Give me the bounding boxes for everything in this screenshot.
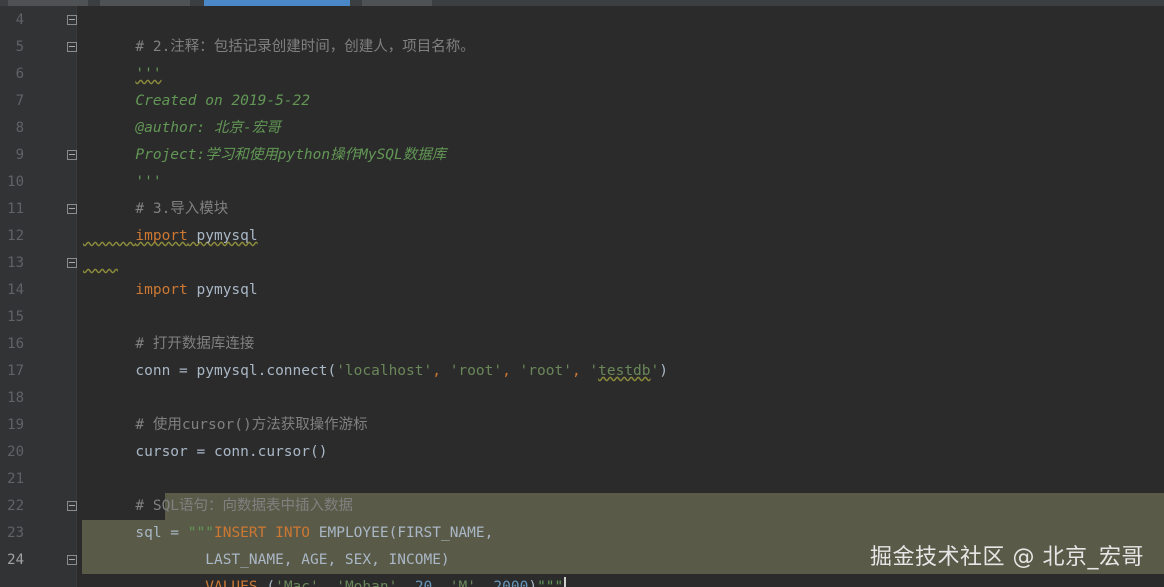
text-caret [564,577,567,587]
line-number: 18 [7,390,24,406]
line-number-gutter[interactable]: 4 5 6 7 8 9 10 11 12 13 14 15 16 17 18 1… [0,6,77,587]
fold-toggle-icon[interactable] [67,42,77,52]
comment-text: # 2.注释：包括记录创建时间，创建人，项目名称。 [135,39,475,55]
code-line: # 2.注释：包括记录创建时间，创建人，项目名称。 [83,7,474,55]
code-line: LAST_NAME, AGE, SEX, INCOME) [83,520,449,568]
fold-toggle-icon[interactable] [67,204,77,214]
code-text: cursor = conn.cursor() [135,444,328,460]
comma-text: , [475,579,494,587]
code-line: ''' [83,34,161,82]
line-number: 8 [15,120,24,136]
line-number: 21 [7,471,24,487]
line-number: 17 [7,363,24,379]
fold-toggle-icon[interactable] [67,501,77,511]
code-area[interactable]: # 2.注释：包括记录创建时间，创建人，项目名称。 ''' Created on… [77,6,1164,587]
code-line: # 使用cursor()方法获取操作游标 [83,385,367,433]
code-editor-window: 4 5 6 7 8 9 10 11 12 13 14 15 16 17 18 1… [0,0,1164,587]
code-text: pymysql [187,228,258,244]
fold-toggle-icon[interactable] [67,258,77,268]
string-literal: 'Mac' [275,579,319,587]
number-literal: 2000 [493,579,529,587]
code-text: ) [659,363,668,379]
line-number: 19 [7,417,24,433]
string-quote: ' [336,579,345,587]
watermark-text: 掘金技术社区 @ 北京_宏哥 [870,545,1144,570]
comma-text: , [502,363,520,379]
line-number: 4 [15,12,24,28]
code-line: sql = """INSERT INTO EMPLOYEE(FIRST_NAME… [83,493,493,541]
code-text: ) [528,579,538,587]
line-number: 13 [7,255,24,271]
code-line: conn = pymysql.connect('localhost', 'roo… [83,331,668,379]
code-line: cursor = conn.cursor() [83,412,327,460]
code-line: @author: 北京-宏哥 [83,88,280,136]
comma-text: , [432,363,450,379]
line-number-current: 24 [7,552,24,568]
comma-text: , [432,579,450,587]
line-number: 7 [15,93,24,109]
line-number: 10 [7,174,24,190]
fold-toggle-icon[interactable] [67,15,77,25]
comma-text: , [571,363,590,379]
code-line: # SQL语句：向数据表中插入数据 [83,466,353,514]
code-text: conn = pymysql.connect( [135,363,337,379]
line-number: 20 [7,444,24,460]
line-number: 14 [7,282,24,298]
code-line: import pymysql [83,196,257,244]
line-number: 16 [7,336,24,352]
code-line: # 打开数据库连接 [83,304,254,352]
code-line: # 3.导入模块 [83,169,228,217]
string-quote: ' [650,363,660,379]
line-number: 9 [15,147,24,163]
code-line: Project:学习和使用python操作MySQL数据库 [83,115,446,163]
line-number: 22 [7,498,24,514]
line-number: 11 [7,201,24,217]
string-quote: """ [537,579,564,587]
fold-toggle-icon[interactable] [67,555,77,565]
string-quote: ' [589,363,599,379]
keyword-text: import [135,282,188,298]
code-line: Created on 2019-5-22 [83,61,310,109]
keyword-text: VALUES [205,579,258,587]
line-number: 6 [15,66,24,82]
string-literal: testdb [598,363,651,379]
line-number: 23 [7,525,24,541]
string-literal: 'root' [519,363,572,379]
code-line: import pymysql [83,250,257,298]
number-literal: 20 [414,579,433,587]
string-literal: 'localhost' [336,363,433,379]
line-number: 5 [15,39,24,55]
comma-text: , [318,579,337,587]
line-number: 12 [7,228,24,244]
line-number: 15 [7,309,24,325]
code-text: pymysql [187,282,258,298]
string-literal: Mohan [344,579,389,587]
string-literal: 'M' [449,579,476,587]
comma-text: , [397,579,415,587]
code-line: ''' [83,142,161,190]
string-literal: 'root' [449,363,503,379]
docstring-text: Project:学习和使用python操作MySQL数据库 [135,147,447,163]
keyword-text: import [135,228,188,244]
code-text: ( [257,579,276,587]
fold-toggle-icon[interactable] [67,150,77,160]
code-line-current: VALUES ('Mac', 'Mohan', 20, 'M', 2000)""… [83,547,567,587]
